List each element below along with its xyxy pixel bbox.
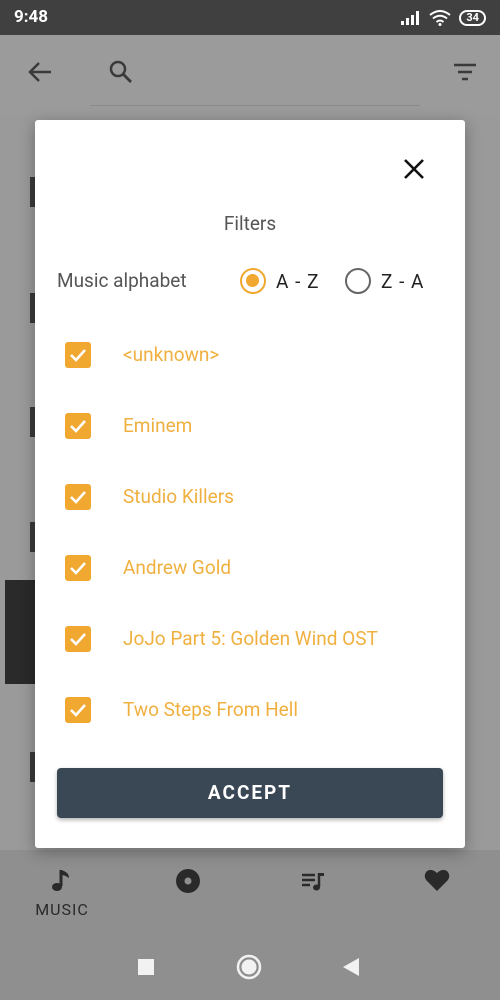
radio-button[interactable] (345, 268, 371, 294)
check-icon (70, 562, 86, 575)
artist-name: JoJo Part 5: Golden Wind OST (123, 627, 378, 650)
app-bar (0, 35, 500, 115)
album-thumbnail (5, 580, 35, 684)
nav-item-music[interactable]: MUSIC (32, 868, 92, 919)
back-arrow-icon[interactable] (27, 59, 53, 85)
radio-label: Z - A (381, 269, 425, 293)
recents-square-icon[interactable] (137, 958, 155, 976)
artist-name: Two Steps From Hell (123, 698, 298, 721)
system-navigation-bar (0, 932, 500, 1000)
filter-icon[interactable] (452, 59, 478, 85)
list-item[interactable]: Studio Killers (65, 484, 445, 555)
nav-item-albums[interactable] (158, 868, 218, 898)
list-item[interactable]: Two Steps From Hell (65, 697, 445, 768)
playlist-icon (302, 873, 324, 891)
search-icon[interactable] (108, 59, 134, 85)
status-bar: 9:48 34 (0, 0, 500, 35)
list-item[interactable]: Andrew Gold (65, 555, 445, 626)
sort-label: Music alphabet (57, 269, 187, 292)
artist-name: Andrew Gold (123, 556, 232, 579)
artist-name: <unknown> (123, 343, 220, 366)
radio-z-a[interactable]: Z - A (345, 268, 424, 294)
artist-filter-list: <unknown> Eminem Studio Killers Andrew G… (65, 342, 445, 768)
music-note-icon (52, 870, 69, 891)
checkbox-checked[interactable] (65, 342, 91, 368)
check-icon (70, 491, 86, 504)
check-icon (70, 704, 86, 717)
check-icon (70, 349, 86, 362)
nav-label-music: MUSIC (35, 900, 89, 919)
checkbox-checked[interactable] (65, 413, 91, 439)
list-item[interactable]: Eminem (65, 413, 445, 484)
wifi-icon (429, 10, 451, 26)
check-icon (70, 420, 86, 433)
checkbox-checked[interactable] (65, 555, 91, 581)
checkbox-checked[interactable] (65, 697, 91, 723)
bottom-navigation: MUSIC (0, 850, 500, 932)
album-icon (176, 869, 200, 893)
artist-name: Studio Killers (123, 485, 234, 508)
list-item[interactable]: <unknown> (65, 342, 445, 413)
sort-options-row: Music alphabet A - Z Z - A (57, 268, 447, 296)
radio-button-selected[interactable] (240, 268, 266, 294)
search-underline (90, 105, 420, 106)
nav-item-playlists[interactable] (283, 868, 343, 898)
status-icons: 34 (401, 8, 486, 28)
battery-indicator: 34 (459, 10, 486, 26)
filters-dialog: Filters Music alphabet A - Z Z - A <unkn… (35, 120, 465, 848)
checkbox-checked[interactable] (65, 484, 91, 510)
artist-name: Eminem (123, 414, 193, 437)
check-icon (70, 633, 86, 646)
status-time: 9:48 (14, 7, 49, 27)
home-circle-icon[interactable] (236, 954, 262, 980)
close-icon[interactable] (401, 156, 427, 182)
nav-item-favorites[interactable] (407, 868, 467, 896)
signal-icon (401, 11, 420, 25)
list-item[interactable]: JoJo Part 5: Golden Wind OST (65, 626, 445, 697)
checkbox-checked[interactable] (65, 626, 91, 652)
back-triangle-icon[interactable] (342, 957, 360, 977)
heart-icon (424, 869, 450, 891)
dialog-title: Filters (223, 212, 277, 235)
accept-button[interactable]: ACCEPT (57, 768, 443, 818)
radio-a-z[interactable]: A - Z (240, 268, 319, 294)
radio-label: A - Z (276, 269, 320, 293)
